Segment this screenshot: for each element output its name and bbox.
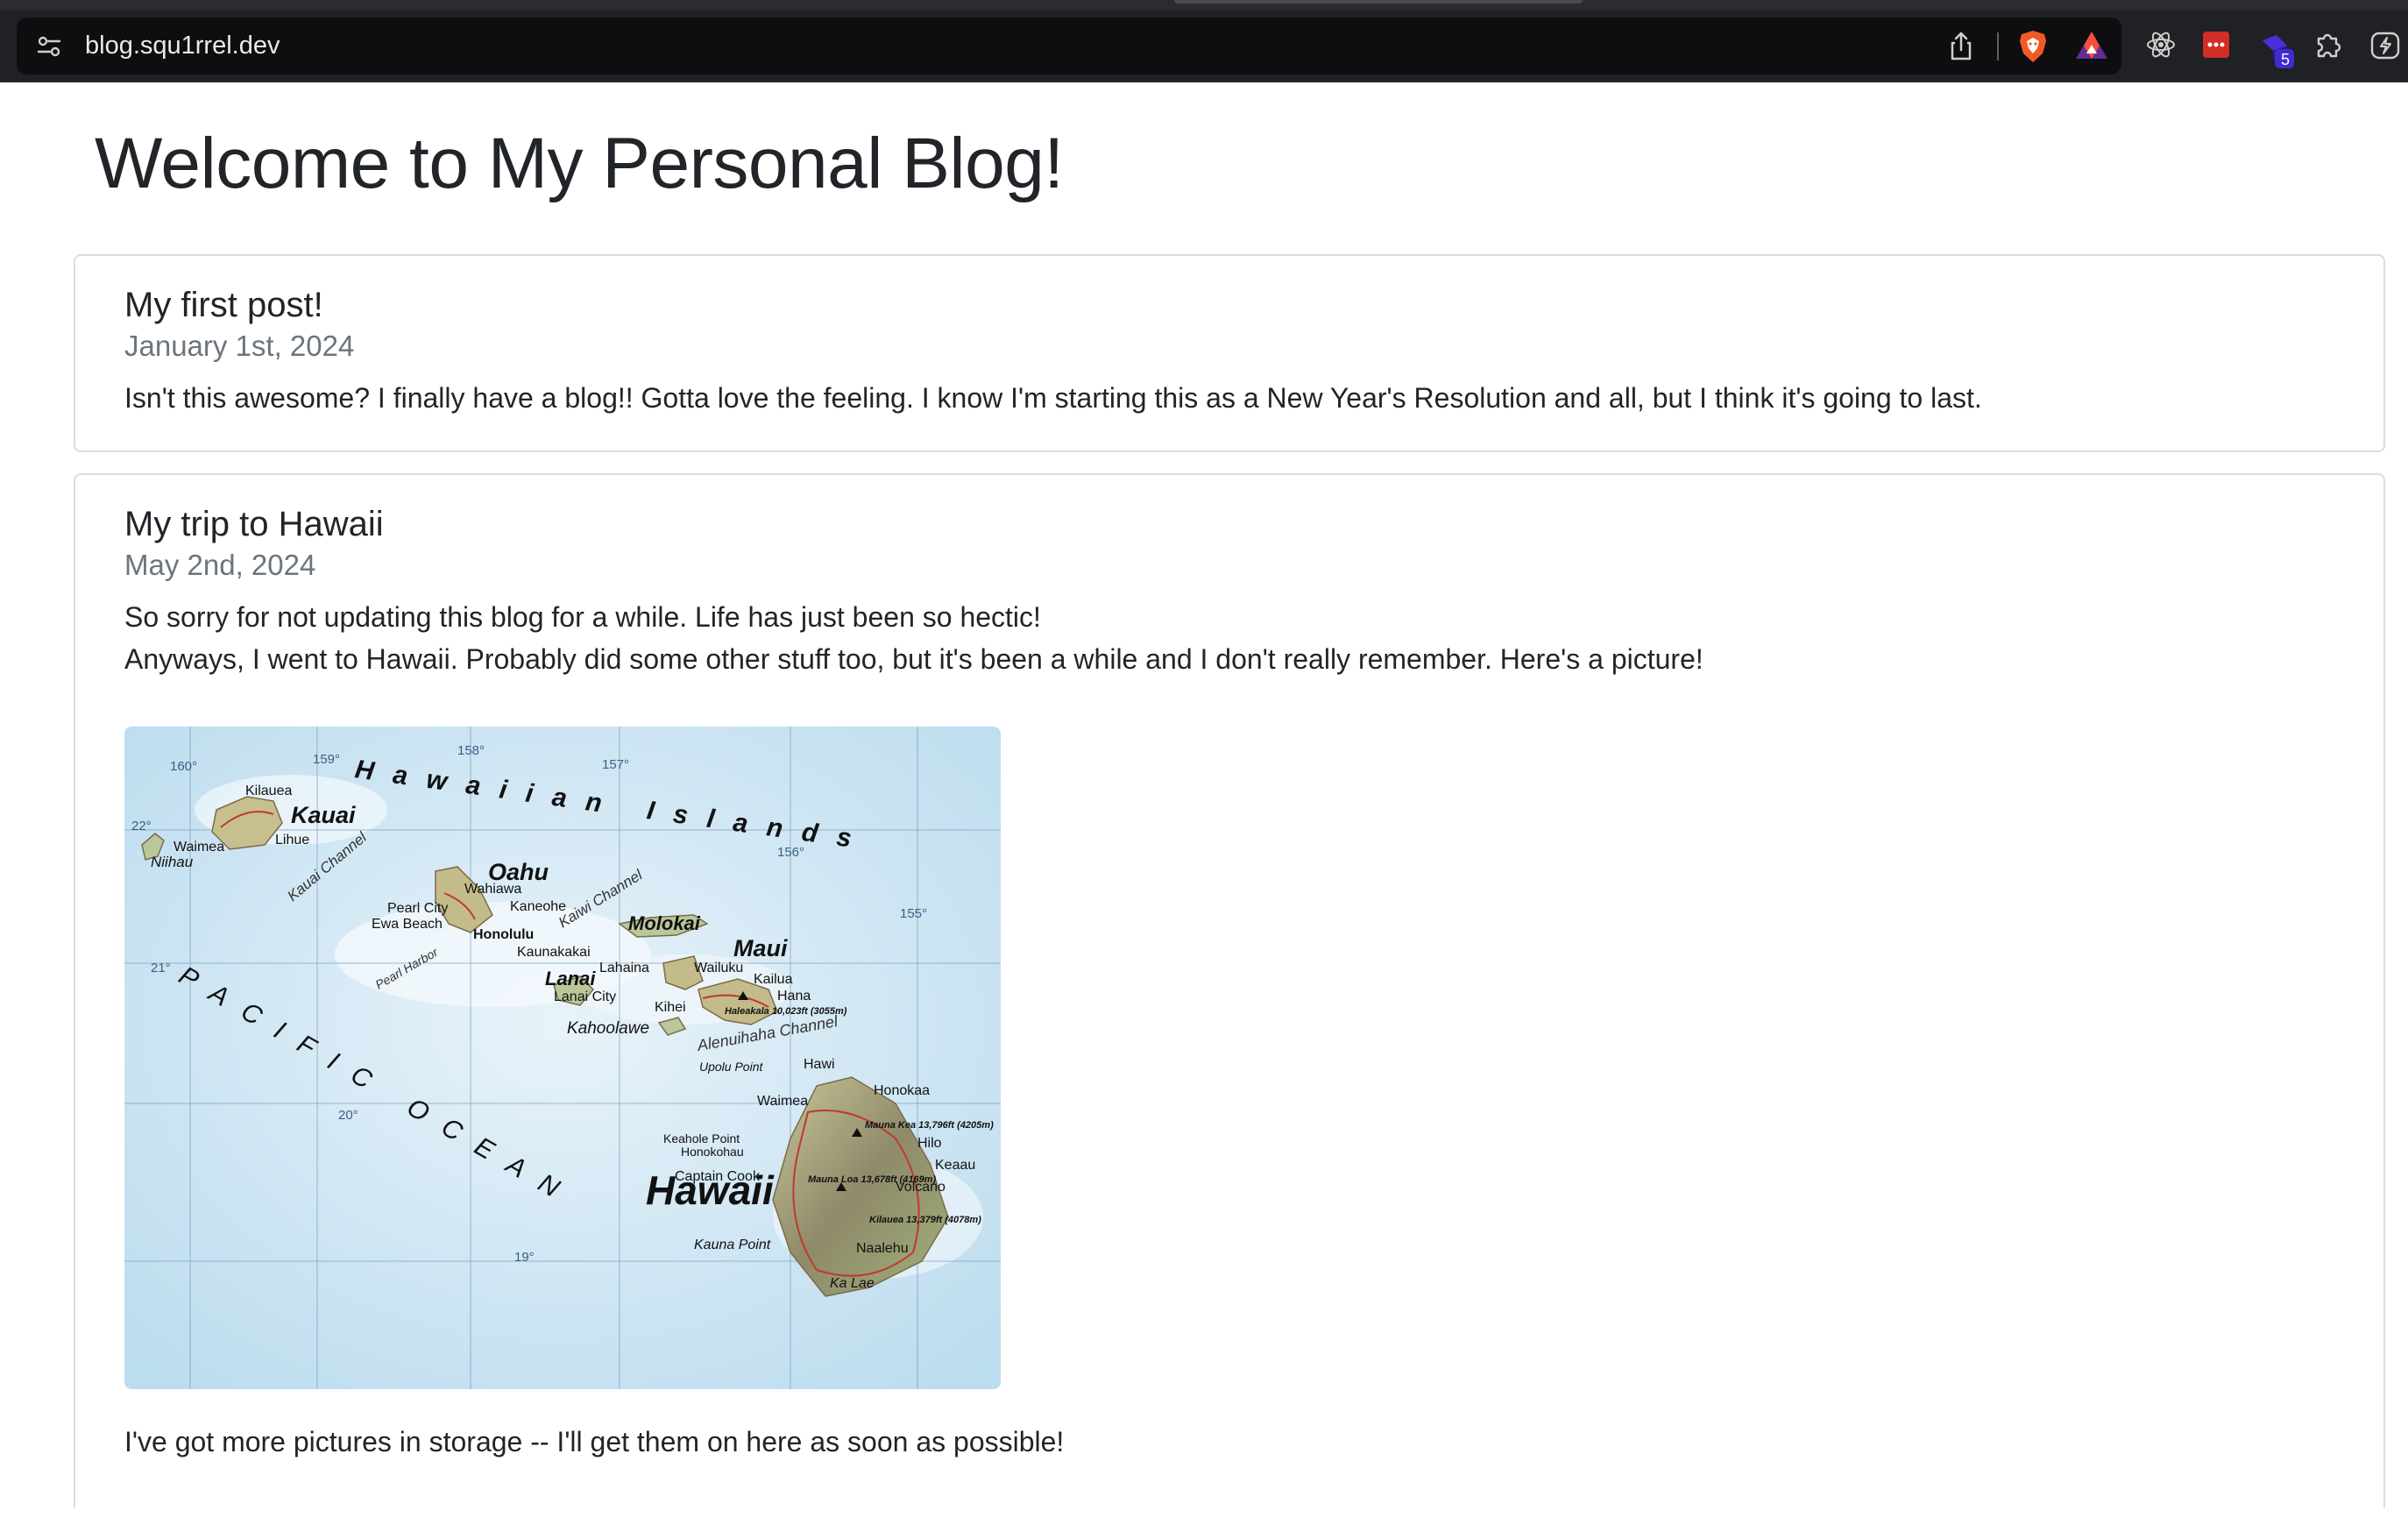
post-paragraph: I've got more pictures in storage -- I'l… [124,1426,1065,1457]
extension-badge-count: 5 [2280,51,2290,68]
map-place-label: Upolu Point [699,1060,763,1074]
map-graticule-label: 157° [602,757,629,772]
map-place-label: Kaunakakai [517,945,591,960]
map-place-label: Pearl City [387,901,448,916]
blog-post-card: My trip to Hawaii May 2nd, 2024 So sorry… [74,473,2385,1507]
map-place-label: Ka Lae [830,1276,875,1291]
map-place-label: Hana [777,989,811,1004]
post-title: My trip to Hawaii [124,505,384,543]
map-place-label: Hawi [804,1057,835,1072]
browser-toolbar: blog.squ1rrel.dev 5 [0,0,2408,82]
map-place-label: Honolulu [473,927,534,942]
address-bar[interactable]: blog.squ1rrel.dev [17,18,2121,74]
map-graticule-label: 22° [131,819,152,833]
map-graticule-label: 158° [457,743,485,758]
post-paragraph: Isn't this awesome? I finally have a blo… [124,382,1982,414]
map-place-label: Kilauea [245,784,292,798]
hawaii-map-image: Hawaiian Islands PACIFIC OCEAN Kauai Oah… [124,727,1001,1389]
map-island-label: Niihau [151,854,194,870]
react-devtools-icon[interactable] [2145,29,2177,60]
map-place-label: Wahiawa [464,882,521,897]
map-island-label: Molokai [628,912,701,934]
password-manager-icon[interactable] [2202,31,2230,59]
map-place-label: Honokohau [681,1145,744,1159]
map-graticule-label: 160° [170,759,197,774]
map-island-label: Maui [733,935,788,961]
map-place-label: Lanai City [554,989,616,1004]
map-place-label: Naalehu [856,1241,909,1256]
map-place-label: Waimea [757,1094,808,1109]
post-date: January 1st, 2024 [124,330,355,362]
map-graticule-label: 21° [151,961,171,975]
active-tab-indicator[interactable] [1174,0,1583,4]
map-island-label: Kauai [291,802,356,828]
toolbar-divider [1997,32,1999,60]
map-place-label: Waimea [174,840,224,855]
post-date: May 2nd, 2024 [124,549,316,581]
map-place-label: Lihue [275,833,309,848]
map-place-label: Kailua [754,972,793,987]
map-place-label: Wailuku [694,961,743,975]
map-graticule-label: 155° [900,906,927,921]
map-graticule-label: 20° [338,1108,358,1123]
map-island-label: Kahoolawe [567,1019,649,1038]
page-title: Welcome to My Personal Blog! [95,124,1064,203]
site-settings-icon[interactable] [36,33,62,60]
map-place-label: Keaau [935,1158,975,1173]
map-graticule-label: 19° [514,1250,535,1265]
map-peak-label: Mauna Loa 13,678ft (4169m) [808,1174,936,1185]
map-peak-label: Kilauea 13,379ft (4078m) [869,1215,981,1225]
map-island-label: Lanai [545,968,596,989]
map-place-label: Keahole Point [663,1131,740,1145]
map-place-label: Kauna Point [694,1238,771,1252]
post-title: My first post! [124,286,323,324]
map-place-label: Lahaina [599,961,649,975]
url-text[interactable]: blog.squ1rrel.dev [85,18,280,74]
map-place-label: Ewa Beach [372,917,443,932]
brave-rewards-icon[interactable] [2074,29,2109,62]
map-place-label: Captain Cook [675,1169,761,1184]
map-peak-label: Mauna Kea 13,796ft (4205m) [865,1120,994,1131]
map-place-label: Honokaa [874,1083,930,1098]
map-place-label: Kihei [655,1000,686,1015]
map-peak-label: Haleakala 10,023ft (3055m) [725,1006,847,1017]
extensions-puzzle-icon[interactable] [2313,30,2343,60]
map-place-label: Hilo [917,1136,942,1151]
map-graticule-label: 156° [777,845,804,860]
map-graticule-label: 159° [313,752,340,767]
map-place-label: Kaneohe [510,899,566,914]
brave-shields-icon[interactable] [2017,29,2049,64]
share-icon[interactable] [1946,31,1976,62]
blog-post-card: My first post! January 1st, 2024 Isn't t… [74,254,2385,452]
post-paragraph: Anyways, I went to Hawaii. Probably did … [124,643,1703,675]
post-paragraph: So sorry for not updating this blog for … [124,601,1041,633]
leo-ai-icon[interactable] [2369,30,2401,61]
